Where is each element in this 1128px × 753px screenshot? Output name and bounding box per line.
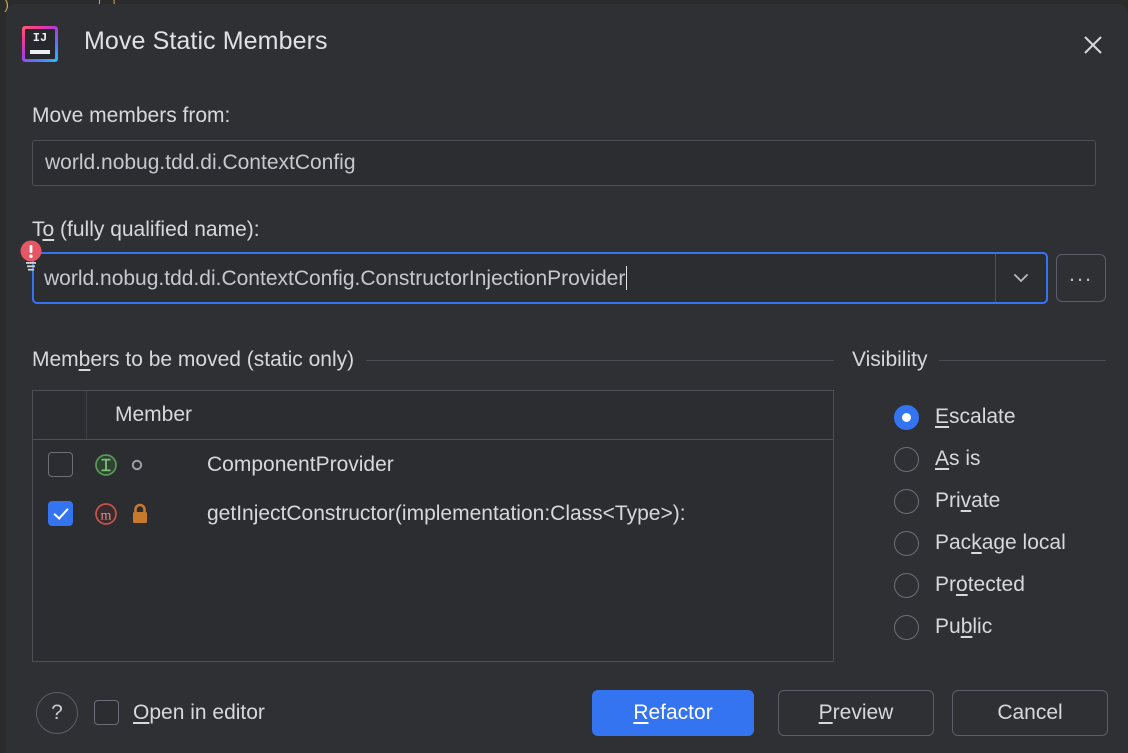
interface-icon xyxy=(93,452,119,478)
source-class-label: Move members from: xyxy=(32,104,230,128)
option-rest: age local xyxy=(982,531,1066,554)
option-mnemonic: E xyxy=(935,405,949,428)
browse-target-button[interactable]: ... xyxy=(1056,254,1106,302)
visibility-option-as-is[interactable]: As is xyxy=(894,438,1066,480)
option-mnemonic: o xyxy=(956,573,968,596)
open-in-editor-rest: pen in editor xyxy=(149,701,265,724)
target-label-text: T xyxy=(32,218,43,241)
dialog-titlebar: IJ Move Static Members xyxy=(6,4,1128,78)
radio-indicator[interactable] xyxy=(894,573,919,598)
open-in-editor-mnemonic: O xyxy=(133,701,149,724)
open-in-editor-checkbox[interactable] xyxy=(94,700,119,725)
visibility-section-header: Visibility xyxy=(852,348,1106,372)
preview-rest: review xyxy=(833,701,894,725)
option-mnemonic: b xyxy=(961,615,973,638)
refactor-rest: efactor xyxy=(648,701,712,725)
members-table-header: Member xyxy=(33,391,833,440)
radio-indicator[interactable] xyxy=(894,447,919,472)
option-rest: ate xyxy=(971,489,1000,512)
intellij-idea-logo-icon: IJ xyxy=(22,26,58,62)
members-table-member-column-header: Member xyxy=(87,403,192,427)
visibility-option-label: Protected xyxy=(935,573,1025,597)
option-rest: tected xyxy=(968,573,1025,596)
members-label-mnemonic: b xyxy=(79,348,91,371)
table-row[interactable]: m getInjectConstructor(implementation:Cl… xyxy=(33,489,833,538)
visibility-option-label: As is xyxy=(935,447,981,471)
logo-underline-bar xyxy=(30,50,50,54)
close-button[interactable] xyxy=(1072,24,1114,66)
private-lock-icon xyxy=(129,502,151,526)
chevron-down-icon xyxy=(1011,268,1031,288)
member-checkbox-cell[interactable] xyxy=(33,501,87,526)
help-button[interactable]: ? xyxy=(36,692,78,734)
table-row[interactable]: ComponentProvider xyxy=(33,440,833,489)
members-section-rule xyxy=(366,360,834,361)
preview-button[interactable]: Preview xyxy=(778,690,934,736)
target-class-dropdown-button[interactable] xyxy=(995,254,1046,302)
option-prefix: Pu xyxy=(935,615,961,638)
option-mnemonic: k xyxy=(971,531,982,554)
refactor-mnemonic: R xyxy=(633,701,648,725)
dialog-title: Move Static Members xyxy=(84,27,328,56)
visibility-option-escalate[interactable]: Escalate xyxy=(894,396,1066,438)
cancel-button[interactable]: Cancel xyxy=(952,690,1108,736)
source-class-field[interactable]: world.nobug.tdd.di.ContextConfig xyxy=(32,140,1096,186)
preview-mnemonic: P xyxy=(819,701,833,725)
radio-indicator[interactable] xyxy=(894,489,919,514)
svg-text:m: m xyxy=(101,508,112,523)
members-section-header: Members to be moved (static only) xyxy=(32,348,834,372)
target-class-label: To (fully qualified name): xyxy=(32,218,260,242)
option-rest: s is xyxy=(949,447,981,470)
member-checkbox-cell[interactable] xyxy=(33,452,87,477)
visibility-section-rule xyxy=(939,360,1106,361)
member-icon-cell xyxy=(87,452,187,478)
visibility-option-public[interactable]: Public xyxy=(894,606,1066,648)
member-checkbox[interactable] xyxy=(48,501,73,526)
target-class-input[interactable]: world.nobug.tdd.di.ContextConfig.Constru… xyxy=(34,266,995,291)
option-rest: lic xyxy=(972,615,992,638)
target-class-value: world.nobug.tdd.di.ContextConfig.Constru… xyxy=(44,267,625,290)
close-icon xyxy=(1080,32,1106,58)
member-name: ComponentProvider xyxy=(187,453,394,477)
logo-letters: IJ xyxy=(25,31,55,45)
radio-indicator[interactable] xyxy=(894,615,919,640)
target-class-combobox[interactable]: world.nobug.tdd.di.ContextConfig.Constru… xyxy=(32,252,1048,304)
visibility-option-label: Private xyxy=(935,489,1000,513)
method-icon: m xyxy=(93,501,119,527)
error-balloon-icon xyxy=(18,240,44,274)
member-icon-cell: m xyxy=(87,501,187,527)
members-table-check-column-header xyxy=(33,391,87,439)
visibility-option-label: Escalate xyxy=(935,405,1016,429)
option-rest: scalate xyxy=(949,405,1016,428)
visibility-option-label: Public xyxy=(935,615,992,639)
visibility-option-package-local[interactable]: Package local xyxy=(894,522,1066,564)
visibility-option-protected[interactable]: Protected xyxy=(894,564,1066,606)
move-static-members-dialog: IJ Move Static Members Move members from… xyxy=(6,4,1128,753)
open-in-editor-row[interactable]: Open in editor xyxy=(94,700,265,725)
option-prefix: Pri xyxy=(935,489,961,512)
open-in-editor-label: Open in editor xyxy=(133,701,265,725)
member-checkbox[interactable] xyxy=(48,452,73,477)
members-table: Member ComponentProvider xyxy=(32,390,834,662)
visibility-radio-group: Escalate As is Private Package local Pro… xyxy=(894,396,1066,648)
visibility-section-label: Visibility xyxy=(852,348,927,372)
target-label-rest: (fully qualified name): xyxy=(54,218,259,241)
member-name: getInjectConstructor(implementation:Clas… xyxy=(187,502,686,526)
refactor-button[interactable]: Refactor xyxy=(592,690,754,736)
validation-error-badge xyxy=(18,240,44,274)
option-mnemonic: v xyxy=(961,489,972,512)
radio-indicator[interactable] xyxy=(894,531,919,556)
public-dot-icon xyxy=(129,457,145,473)
target-label-mnemonic: o xyxy=(43,218,55,241)
visibility-option-label: Package local xyxy=(935,531,1066,555)
option-prefix: Pr xyxy=(935,573,956,596)
option-prefix: Pac xyxy=(935,531,971,554)
members-label-part1: Mem xyxy=(32,348,79,371)
members-label-part2: ers to be moved (static only) xyxy=(90,348,354,371)
radio-indicator[interactable] xyxy=(894,405,919,430)
option-mnemonic: A xyxy=(935,447,949,470)
text-caret xyxy=(626,266,627,290)
members-section-label: Members to be moved (static only) xyxy=(32,348,354,372)
visibility-option-private[interactable]: Private xyxy=(894,480,1066,522)
